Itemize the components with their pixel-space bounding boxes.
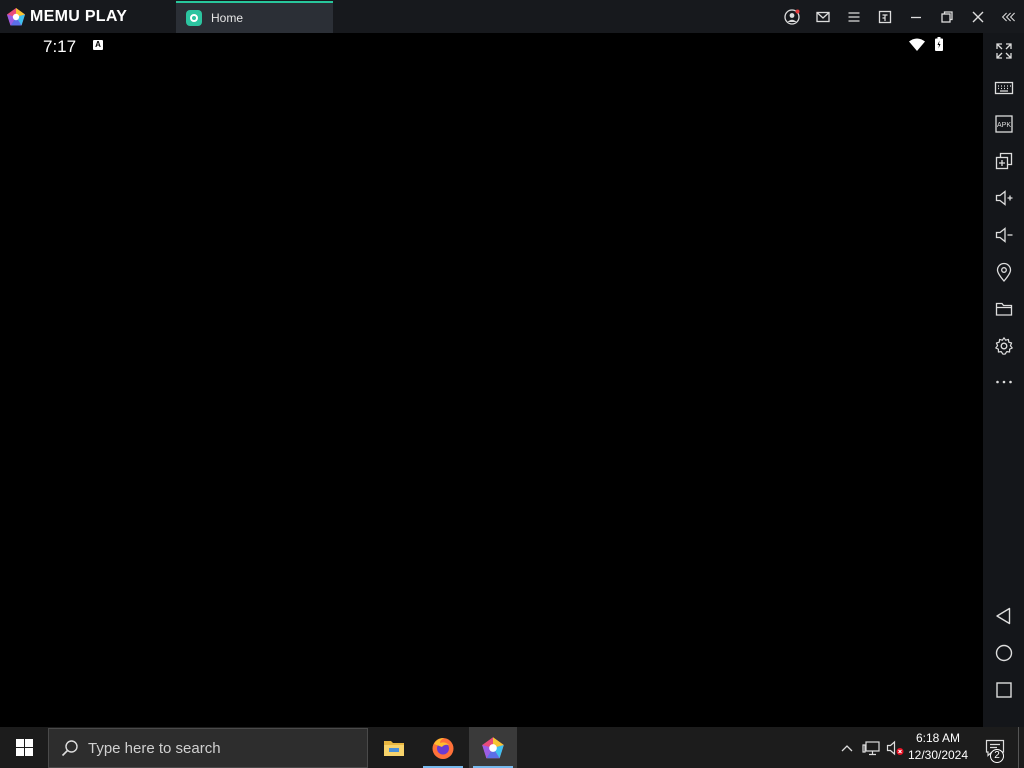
back-icon [995,607,1010,625]
tab-label: Home [211,11,244,25]
search-input[interactable] [88,739,348,757]
taskbar-memu[interactable] [469,727,517,768]
fullscreen-button[interactable] [983,33,1024,69]
network-icon [862,740,880,755]
restore-button[interactable] [931,0,962,33]
settings-button[interactable] [983,328,1024,364]
start-button[interactable] [0,727,48,768]
android-back-button[interactable] [983,598,1024,634]
home-icon [995,644,1012,662]
keyboard-button[interactable] [983,70,1024,106]
settings-icon [994,337,1013,355]
tab-home[interactable]: Home [176,1,333,33]
show-hidden-icons-button[interactable] [836,727,858,768]
user-button[interactable] [776,0,807,33]
fullscreen-icon [995,43,1012,59]
more-button[interactable] [983,364,1024,400]
recents-icon [995,682,1012,698]
android-screen[interactable]: 7:17 A [0,33,983,727]
home-tab-icon [186,10,202,26]
collapse-sidebar-button[interactable] [993,0,1024,33]
mail-button[interactable] [807,0,838,33]
windows-taskbar: 6:18 AM 12/30/2024 2 [0,727,1024,768]
window-controls [776,0,1024,33]
multi-instance-button[interactable] [983,143,1024,179]
file-explorer-icon [384,740,404,756]
android-status-icons [909,37,943,51]
multi-instance-icon [995,152,1012,170]
clock-time: 6:18 AM [915,731,961,745]
wifi-icon [909,38,925,51]
windows-logo-icon [15,739,33,756]
battery-icon [935,37,943,51]
memu-logo-icon [7,7,25,25]
search-icon [61,740,78,757]
apk-install-button[interactable]: APK [983,106,1024,142]
title-bar: MEMU PLAY Home [0,0,1024,33]
notification-count-badge: 2 [990,749,1004,763]
emulator-sidebar: APK [983,33,1024,727]
taskbar-search[interactable] [48,728,368,768]
firefox-icon [432,737,454,759]
menu-icon [848,11,859,22]
android-home-button[interactable] [983,635,1024,671]
menu-button[interactable] [838,0,869,33]
more-icon [995,380,1012,384]
window: MEMU PLAY Home 7:17 A APK Type here to s… [0,0,1024,768]
network-tray-button[interactable] [860,727,882,768]
minimize-button[interactable] [900,0,931,33]
volume-up-button[interactable] [983,180,1024,216]
screenshot-button[interactable] [869,0,900,33]
clock-date: 12/30/2024 [907,748,969,762]
volume-down-icon [995,227,1012,243]
user-icon [783,8,800,25]
app-name: MEMU PLAY [30,7,128,25]
apk-icon: APK [994,115,1013,133]
folder-icon [995,302,1012,316]
location-button[interactable] [983,254,1024,290]
apk-label: APK [996,122,1010,129]
shared-folder-button[interactable] [983,291,1024,327]
chevron-up-icon [841,744,853,751]
android-status-time: 7:17 [43,37,77,56]
close-button[interactable] [962,0,993,33]
show-desktop-button[interactable] [1018,727,1024,768]
restore-icon [940,10,953,23]
mail-icon [815,11,830,22]
screenshot-icon [878,10,891,23]
collapse-sidebar-icon [1001,12,1015,21]
taskbar-clock[interactable]: 6:18 AM 12/30/2024 [900,730,976,764]
location-icon [996,262,1011,282]
memu-logo: MEMU PLAY [0,0,176,33]
android-notification-badge: A [93,40,103,50]
keyboard-icon [994,81,1013,95]
close-icon [972,11,983,22]
memu-taskbar-icon [482,736,504,758]
volume-up-icon [995,190,1012,206]
taskbar-firefox[interactable] [419,727,467,768]
android-recents-button[interactable] [983,672,1024,708]
volume-down-button[interactable] [983,217,1024,253]
taskbar-file-explorer[interactable] [370,727,418,768]
minimize-icon [910,16,921,18]
